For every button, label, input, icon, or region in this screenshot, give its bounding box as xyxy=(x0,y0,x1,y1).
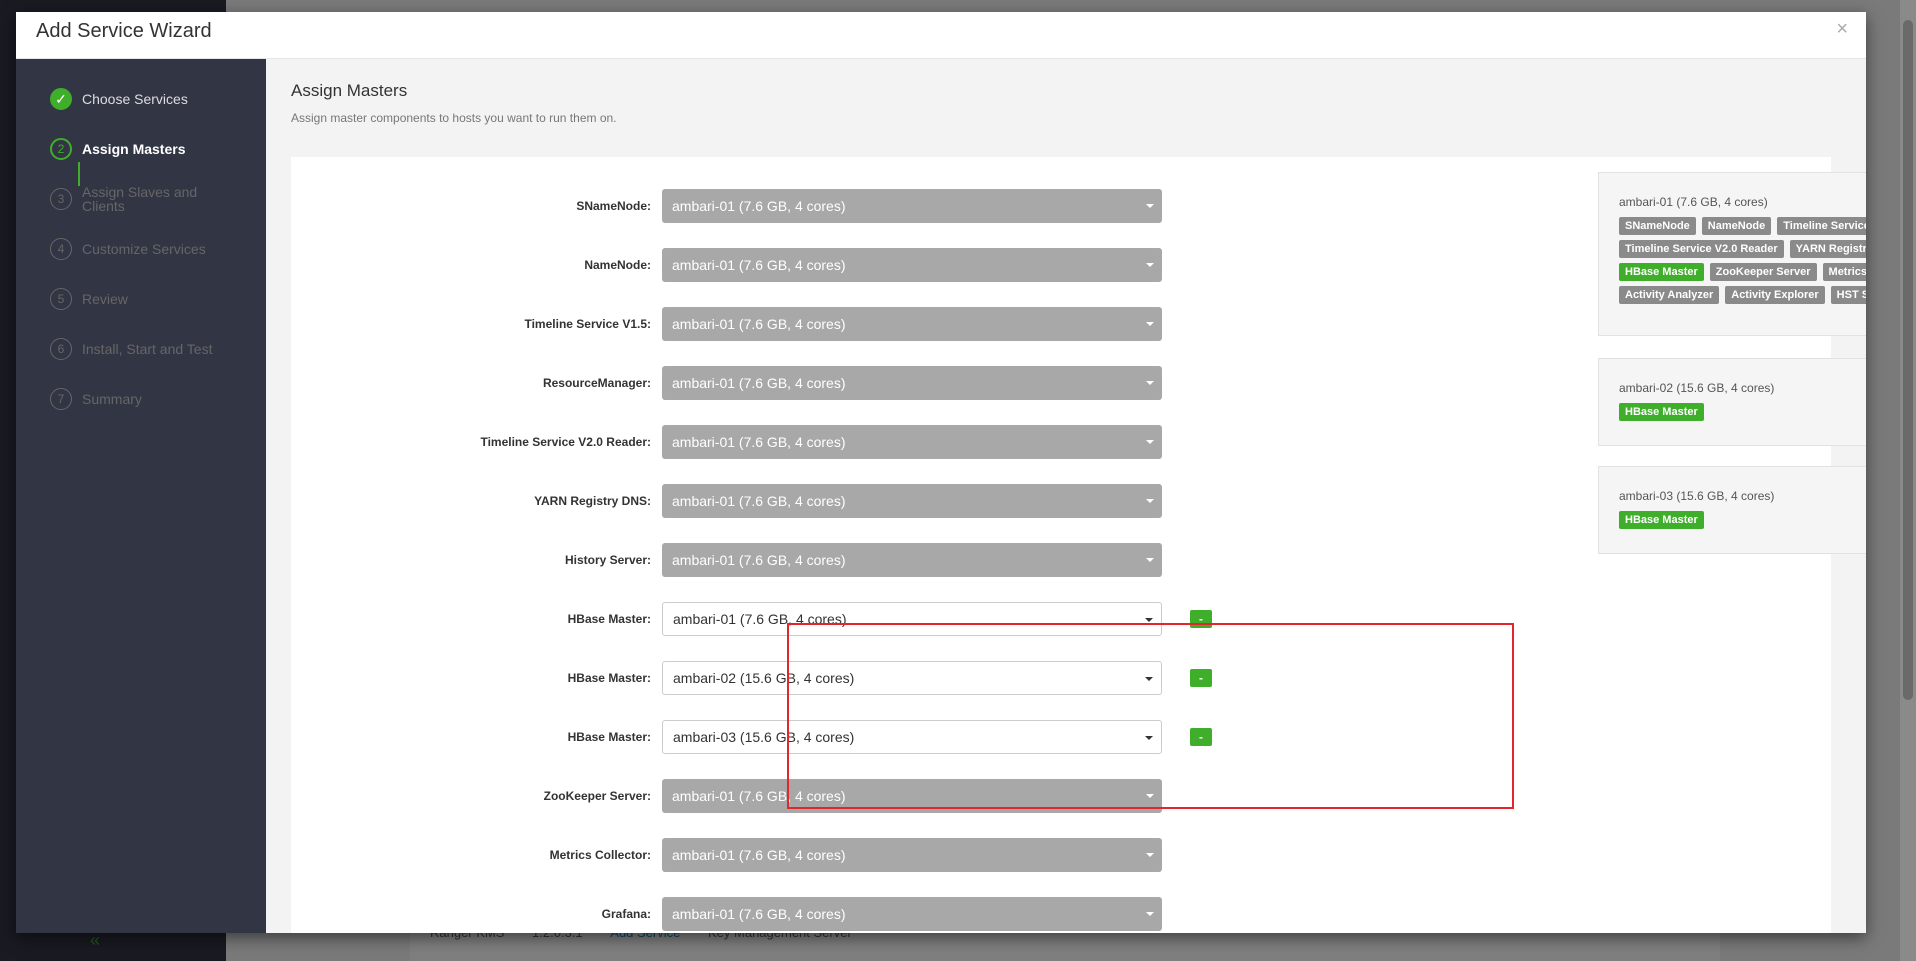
assign-masters-panel: Assign Masters Assign master components … xyxy=(266,59,1866,933)
checkmark-icon: ✓ xyxy=(50,88,72,110)
modal-header: Add Service Wizard × xyxy=(16,12,1866,59)
component-badge: YARN Registry DNS xyxy=(1789,240,1866,258)
component-label: HBase Master: xyxy=(567,730,651,744)
wizard-step-4[interactable]: 4 Customize Services xyxy=(50,234,222,264)
host-name: ambari-03 (15.6 GB, 4 cores) xyxy=(1619,489,1775,503)
component-label: SNameNode: xyxy=(576,199,651,213)
component-label: Timeline Service V1.5: xyxy=(524,317,651,331)
step-number-badge: 7 xyxy=(50,388,72,410)
hbase-master-highlight-box xyxy=(787,623,1514,809)
host-component-badges: SNameNodeNameNodeTimeline Service V1.5Re… xyxy=(1619,217,1866,309)
step-number-badge: 6 xyxy=(50,338,72,360)
host-summary-box: ambari-02 (15.6 GB, 4 cores) HBase Master xyxy=(1598,358,1866,446)
component-label: HBase Master: xyxy=(567,671,651,685)
component-label: NameNode: xyxy=(584,258,651,272)
wizard-step-label: Assign Slaves and Clients xyxy=(82,184,198,214)
component-label: HBase Master: xyxy=(567,612,651,626)
component-badge: ZooKeeper Server xyxy=(1709,263,1817,281)
host-select: ambari-01 (7.6 GB, 4 cores) xyxy=(662,307,1162,341)
host-select: ambari-01 (7.6 GB, 4 cores) xyxy=(662,366,1162,400)
component-label: Metrics Collector: xyxy=(549,848,651,862)
host-select-value: ambari-01 (7.6 GB, 4 cores) xyxy=(672,375,846,391)
wizard-step-label: Review xyxy=(82,291,128,307)
host-component-badges: HBase Master xyxy=(1619,511,1866,534)
component-badge: Activity Analyzer xyxy=(1619,286,1720,304)
host-summary-box: ambari-03 (15.6 GB, 4 cores) HBase Master xyxy=(1598,466,1866,554)
caret-down-icon xyxy=(1145,618,1153,622)
page-subtitle: Assign master components to hosts you wa… xyxy=(291,111,617,125)
component-badge: HST Server xyxy=(1830,286,1866,304)
host-select-value: ambari-01 (7.6 GB, 4 cores) xyxy=(672,316,846,332)
host-name: ambari-02 (15.6 GB, 4 cores) xyxy=(1619,381,1775,395)
host-select-value: ambari-01 (7.6 GB, 4 cores) xyxy=(672,198,846,214)
caret-down-icon xyxy=(1146,263,1154,267)
step-number-badge: 2 xyxy=(50,138,72,160)
component-badge: Activity Explorer xyxy=(1725,286,1825,304)
component-label: Grafana: xyxy=(601,907,651,921)
component-badge: Timeline Service V2.0 Reader xyxy=(1619,240,1784,258)
wizard-step-5[interactable]: 5 Review xyxy=(50,284,222,314)
caret-down-icon xyxy=(1146,440,1154,444)
step-number-badge: 3 xyxy=(50,188,72,210)
caret-down-icon xyxy=(1146,322,1154,326)
caret-down-icon xyxy=(1146,853,1154,857)
step-connector-line xyxy=(78,162,80,186)
step-number-badge: 4 xyxy=(50,238,72,260)
caret-down-icon xyxy=(1146,912,1154,916)
modal-title: Add Service Wizard xyxy=(36,20,212,42)
host-select: ambari-01 (7.6 GB, 4 cores) xyxy=(662,189,1162,223)
caret-down-icon xyxy=(1146,381,1154,385)
step-number-badge: 5 xyxy=(50,288,72,310)
host-select: ambari-01 (7.6 GB, 4 cores) xyxy=(662,248,1162,282)
host-select: ambari-01 (7.6 GB, 4 cores) xyxy=(662,838,1162,872)
wizard-step-label: Summary xyxy=(82,391,142,407)
caret-down-icon xyxy=(1146,204,1154,208)
host-select: ambari-01 (7.6 GB, 4 cores) xyxy=(662,543,1162,577)
add-service-wizard-modal: Add Service Wizard × ✓ Choose Services 2 As… xyxy=(16,12,1866,933)
host-select-value: ambari-01 (7.6 GB, 4 cores) xyxy=(672,906,846,922)
component-badge: Metrics Collector xyxy=(1822,263,1866,281)
host-name: ambari-01 (7.6 GB, 4 cores) xyxy=(1619,195,1768,209)
page-scrollbar-thumb[interactable] xyxy=(1903,20,1913,700)
wizard-step-label: Customize Services xyxy=(82,241,206,257)
component-label: History Server: xyxy=(564,553,651,567)
component-label: YARN Registry DNS: xyxy=(534,494,651,508)
caret-down-icon xyxy=(1146,558,1154,562)
host-select: ambari-01 (7.6 GB, 4 cores) xyxy=(662,484,1162,518)
close-icon[interactable]: × xyxy=(1836,18,1848,41)
host-select: ambari-01 (7.6 GB, 4 cores) xyxy=(662,425,1162,459)
component-badge: Timeline Service V1.5 xyxy=(1777,217,1866,235)
component-badge: HBase Master xyxy=(1619,263,1704,281)
component-label: ZooKeeper Server: xyxy=(543,789,651,803)
wizard-step-6[interactable]: 6 Install, Start and Test xyxy=(50,334,222,364)
wizard-step-1[interactable]: ✓ Choose Services xyxy=(50,84,222,114)
host-select-value: ambari-01 (7.6 GB, 4 cores) xyxy=(672,257,846,273)
host-select: ambari-01 (7.6 GB, 4 cores) xyxy=(662,897,1162,931)
wizard-step-label: Install, Start and Test xyxy=(82,341,213,357)
host-component-badges: HBase Master xyxy=(1619,403,1866,426)
component-badge: SNameNode xyxy=(1619,217,1696,235)
caret-down-icon xyxy=(1146,499,1154,503)
page-title: Assign Masters xyxy=(291,81,408,100)
wizard-step-7[interactable]: 7 Summary xyxy=(50,384,222,414)
component-label: ResourceManager: xyxy=(542,376,651,390)
host-summary-box: ambari-01 (7.6 GB, 4 cores) SNameNode Name… xyxy=(1598,172,1866,336)
host-select-value: ambari-01 (7.6 GB, 4 cores) xyxy=(672,847,846,863)
wizard-step-label: Choose Services xyxy=(82,91,188,107)
wizard-step-2[interactable]: 2 Assign Masters xyxy=(50,134,222,164)
host-select-value: ambari-01 (7.6 GB, 4 cores) xyxy=(672,434,846,450)
wizard-steps-sidebar: ✓ Choose Services 2 Assign Masters 3 Assign S… xyxy=(16,59,266,933)
component-badge: NameNode xyxy=(1701,217,1772,235)
host-select-value: ambari-01 (7.6 GB, 4 cores) xyxy=(672,493,846,509)
component-badge: HBase Master xyxy=(1619,403,1704,421)
wizard-step-3[interactable]: 3 Assign Slaves and Clients xyxy=(50,184,222,214)
wizard-step-label: Assign Masters xyxy=(82,141,186,157)
component-label: Timeline Service V2.0 Reader: xyxy=(480,435,651,449)
host-select-value: ambari-01 (7.6 GB, 4 cores) xyxy=(672,552,846,568)
component-badge: HBase Master xyxy=(1619,511,1704,529)
